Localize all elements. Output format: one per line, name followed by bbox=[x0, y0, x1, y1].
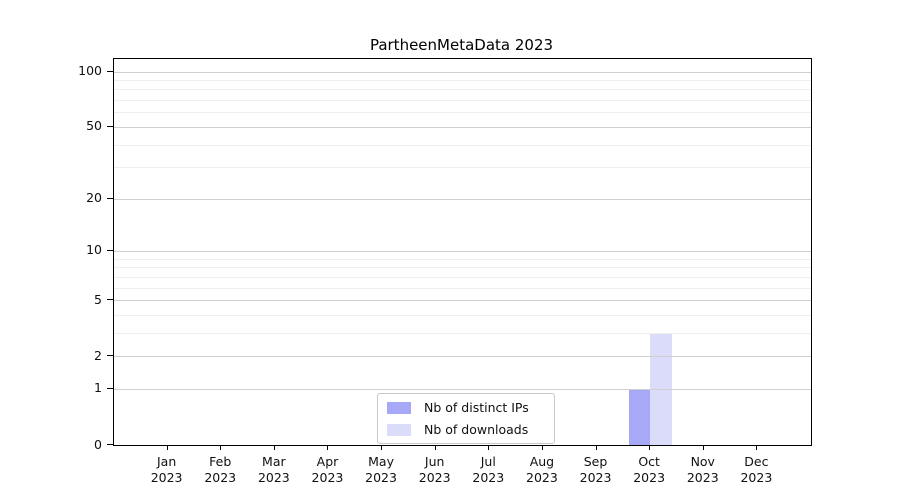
minor-gridline-4 bbox=[114, 315, 811, 316]
y-tick-label-2: 2 bbox=[42, 347, 102, 364]
x-tick-9 bbox=[596, 445, 597, 450]
legend-label-distinct-ips: Nb of distinct IPs bbox=[424, 400, 529, 415]
minor-gridline-3 bbox=[114, 333, 811, 334]
chart-figure: PartheenMetaData 2023 Nb of distinct IPs… bbox=[0, 0, 900, 500]
x-tick-12 bbox=[756, 445, 757, 450]
y-tick-label-10: 10 bbox=[42, 241, 102, 258]
legend: Nb of distinct IPs Nb of downloads bbox=[377, 393, 555, 444]
minor-gridline-90 bbox=[114, 80, 811, 81]
plot-area bbox=[113, 58, 812, 446]
x-tick-6 bbox=[435, 445, 436, 450]
x-tick-2 bbox=[220, 445, 221, 450]
y-tick-label-0: 0 bbox=[42, 436, 102, 453]
major-gridline-100 bbox=[114, 72, 811, 73]
legend-label-downloads: Nb of downloads bbox=[424, 422, 528, 437]
y-tick-label-100: 100 bbox=[42, 62, 102, 79]
x-tick-3 bbox=[274, 445, 275, 450]
bar-oct-2023-s0 bbox=[629, 389, 651, 445]
x-tick-11 bbox=[703, 445, 704, 450]
minor-gridline-6 bbox=[114, 288, 811, 289]
y-tick-1 bbox=[107, 388, 113, 389]
y-tick-label-1: 1 bbox=[42, 379, 102, 396]
major-gridline-50 bbox=[114, 127, 811, 128]
legend-swatch-distinct-ips-icon bbox=[387, 402, 411, 414]
x-tick-year: 2023 bbox=[721, 470, 791, 486]
y-tick-label-5: 5 bbox=[42, 291, 102, 308]
minor-gridline-8 bbox=[114, 267, 811, 268]
minor-gridline-60 bbox=[114, 112, 811, 113]
x-tick-5 bbox=[381, 445, 382, 450]
major-gridline-20 bbox=[114, 199, 811, 200]
y-tick-label-20: 20 bbox=[42, 189, 102, 206]
legend-item-distinct-ips: Nb of distinct IPs bbox=[387, 400, 545, 415]
legend-swatch-downloads-icon bbox=[387, 424, 411, 436]
legend-item-downloads: Nb of downloads bbox=[387, 422, 545, 437]
x-tick-month: Dec bbox=[721, 454, 791, 470]
minor-gridline-30 bbox=[114, 167, 811, 168]
x-tick-7 bbox=[488, 445, 489, 450]
y-tick-label-50: 50 bbox=[42, 117, 102, 134]
y-tick-100 bbox=[107, 71, 113, 72]
chart-title: PartheenMetaData 2023 bbox=[113, 36, 810, 54]
x-tick-4 bbox=[327, 445, 328, 450]
minor-gridline-40 bbox=[114, 145, 811, 146]
y-tick-2 bbox=[107, 355, 113, 356]
major-gridline-10 bbox=[114, 251, 811, 252]
minor-gridline-9 bbox=[114, 259, 811, 260]
major-gridline-1 bbox=[114, 389, 811, 390]
minor-gridline-80 bbox=[114, 89, 811, 90]
y-tick-50 bbox=[107, 126, 113, 127]
x-tick-label-dec: Dec2023 bbox=[721, 454, 791, 485]
x-tick-10 bbox=[649, 445, 650, 450]
major-gridline-5 bbox=[114, 300, 811, 301]
x-tick-8 bbox=[542, 445, 543, 450]
x-tick-1 bbox=[167, 445, 168, 450]
minor-gridline-7 bbox=[114, 277, 811, 278]
major-gridline-2 bbox=[114, 356, 811, 357]
y-tick-0 bbox=[107, 444, 113, 445]
y-tick-20 bbox=[107, 198, 113, 199]
y-tick-10 bbox=[107, 250, 113, 251]
y-tick-5 bbox=[107, 299, 113, 300]
minor-gridline-70 bbox=[114, 100, 811, 101]
